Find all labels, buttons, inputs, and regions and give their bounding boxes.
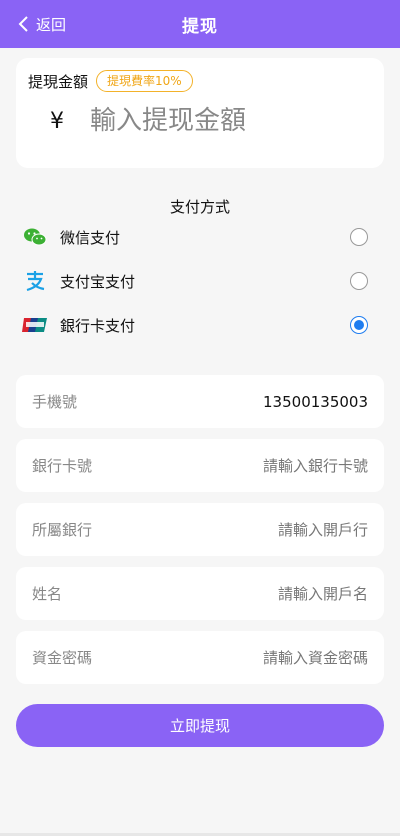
- payment-option-wechat[interactable]: 微信支付: [22, 222, 378, 252]
- payment-option-alipay[interactable]: 支付宝支付: [22, 266, 378, 296]
- payment-option-bankcard[interactable]: 銀行卡支付: [22, 310, 378, 340]
- unionpay-icon: [22, 314, 48, 336]
- payment-method-title: 支付方式: [169, 198, 230, 216]
- name-input[interactable]: [152, 584, 368, 603]
- phone-input[interactable]: [152, 392, 368, 411]
- radio-alipay[interactable]: [350, 272, 368, 290]
- top-bar: 返回 提现: [0, 0, 400, 48]
- wechat-icon: [22, 226, 48, 248]
- page-title: 提现: [182, 16, 218, 37]
- card-number-field: 銀行卡號: [16, 439, 384, 492]
- amount-card: 提現金額 提現費率10% ¥: [16, 58, 384, 168]
- phone-field: 手機號: [16, 375, 384, 428]
- bank-field: 所屬銀行: [16, 503, 384, 556]
- card-number-input[interactable]: [152, 456, 368, 475]
- alipay-icon: [22, 270, 48, 292]
- bank-label: 所屬銀行: [32, 521, 93, 539]
- fee-rate-badge: 提現費率10%: [96, 70, 193, 92]
- password-input[interactable]: [152, 648, 368, 667]
- password-field: 資金密碼: [16, 631, 384, 684]
- payment-option-label: 微信支付: [60, 228, 121, 247]
- radio-wechat[interactable]: [350, 228, 368, 246]
- password-label: 資金密碼: [32, 649, 93, 667]
- phone-label: 手機號: [32, 393, 78, 411]
- radio-bankcard[interactable]: [350, 316, 368, 334]
- name-field: 姓名: [16, 567, 384, 620]
- name-label: 姓名: [32, 585, 63, 603]
- chevron-left-icon: [18, 16, 28, 32]
- currency-symbol: ¥: [50, 108, 64, 134]
- payment-option-label: 銀行卡支付: [60, 316, 136, 335]
- amount-label: 提現金額: [28, 72, 89, 91]
- amount-input[interactable]: [90, 106, 370, 136]
- withdraw-submit-button[interactable]: 立即提现: [16, 704, 384, 747]
- payment-option-label: 支付宝支付: [60, 272, 136, 291]
- back-button[interactable]: 返回: [18, 0, 66, 48]
- back-label: 返回: [36, 15, 67, 34]
- bank-input[interactable]: [152, 520, 368, 539]
- card-number-label: 銀行卡號: [32, 457, 93, 475]
